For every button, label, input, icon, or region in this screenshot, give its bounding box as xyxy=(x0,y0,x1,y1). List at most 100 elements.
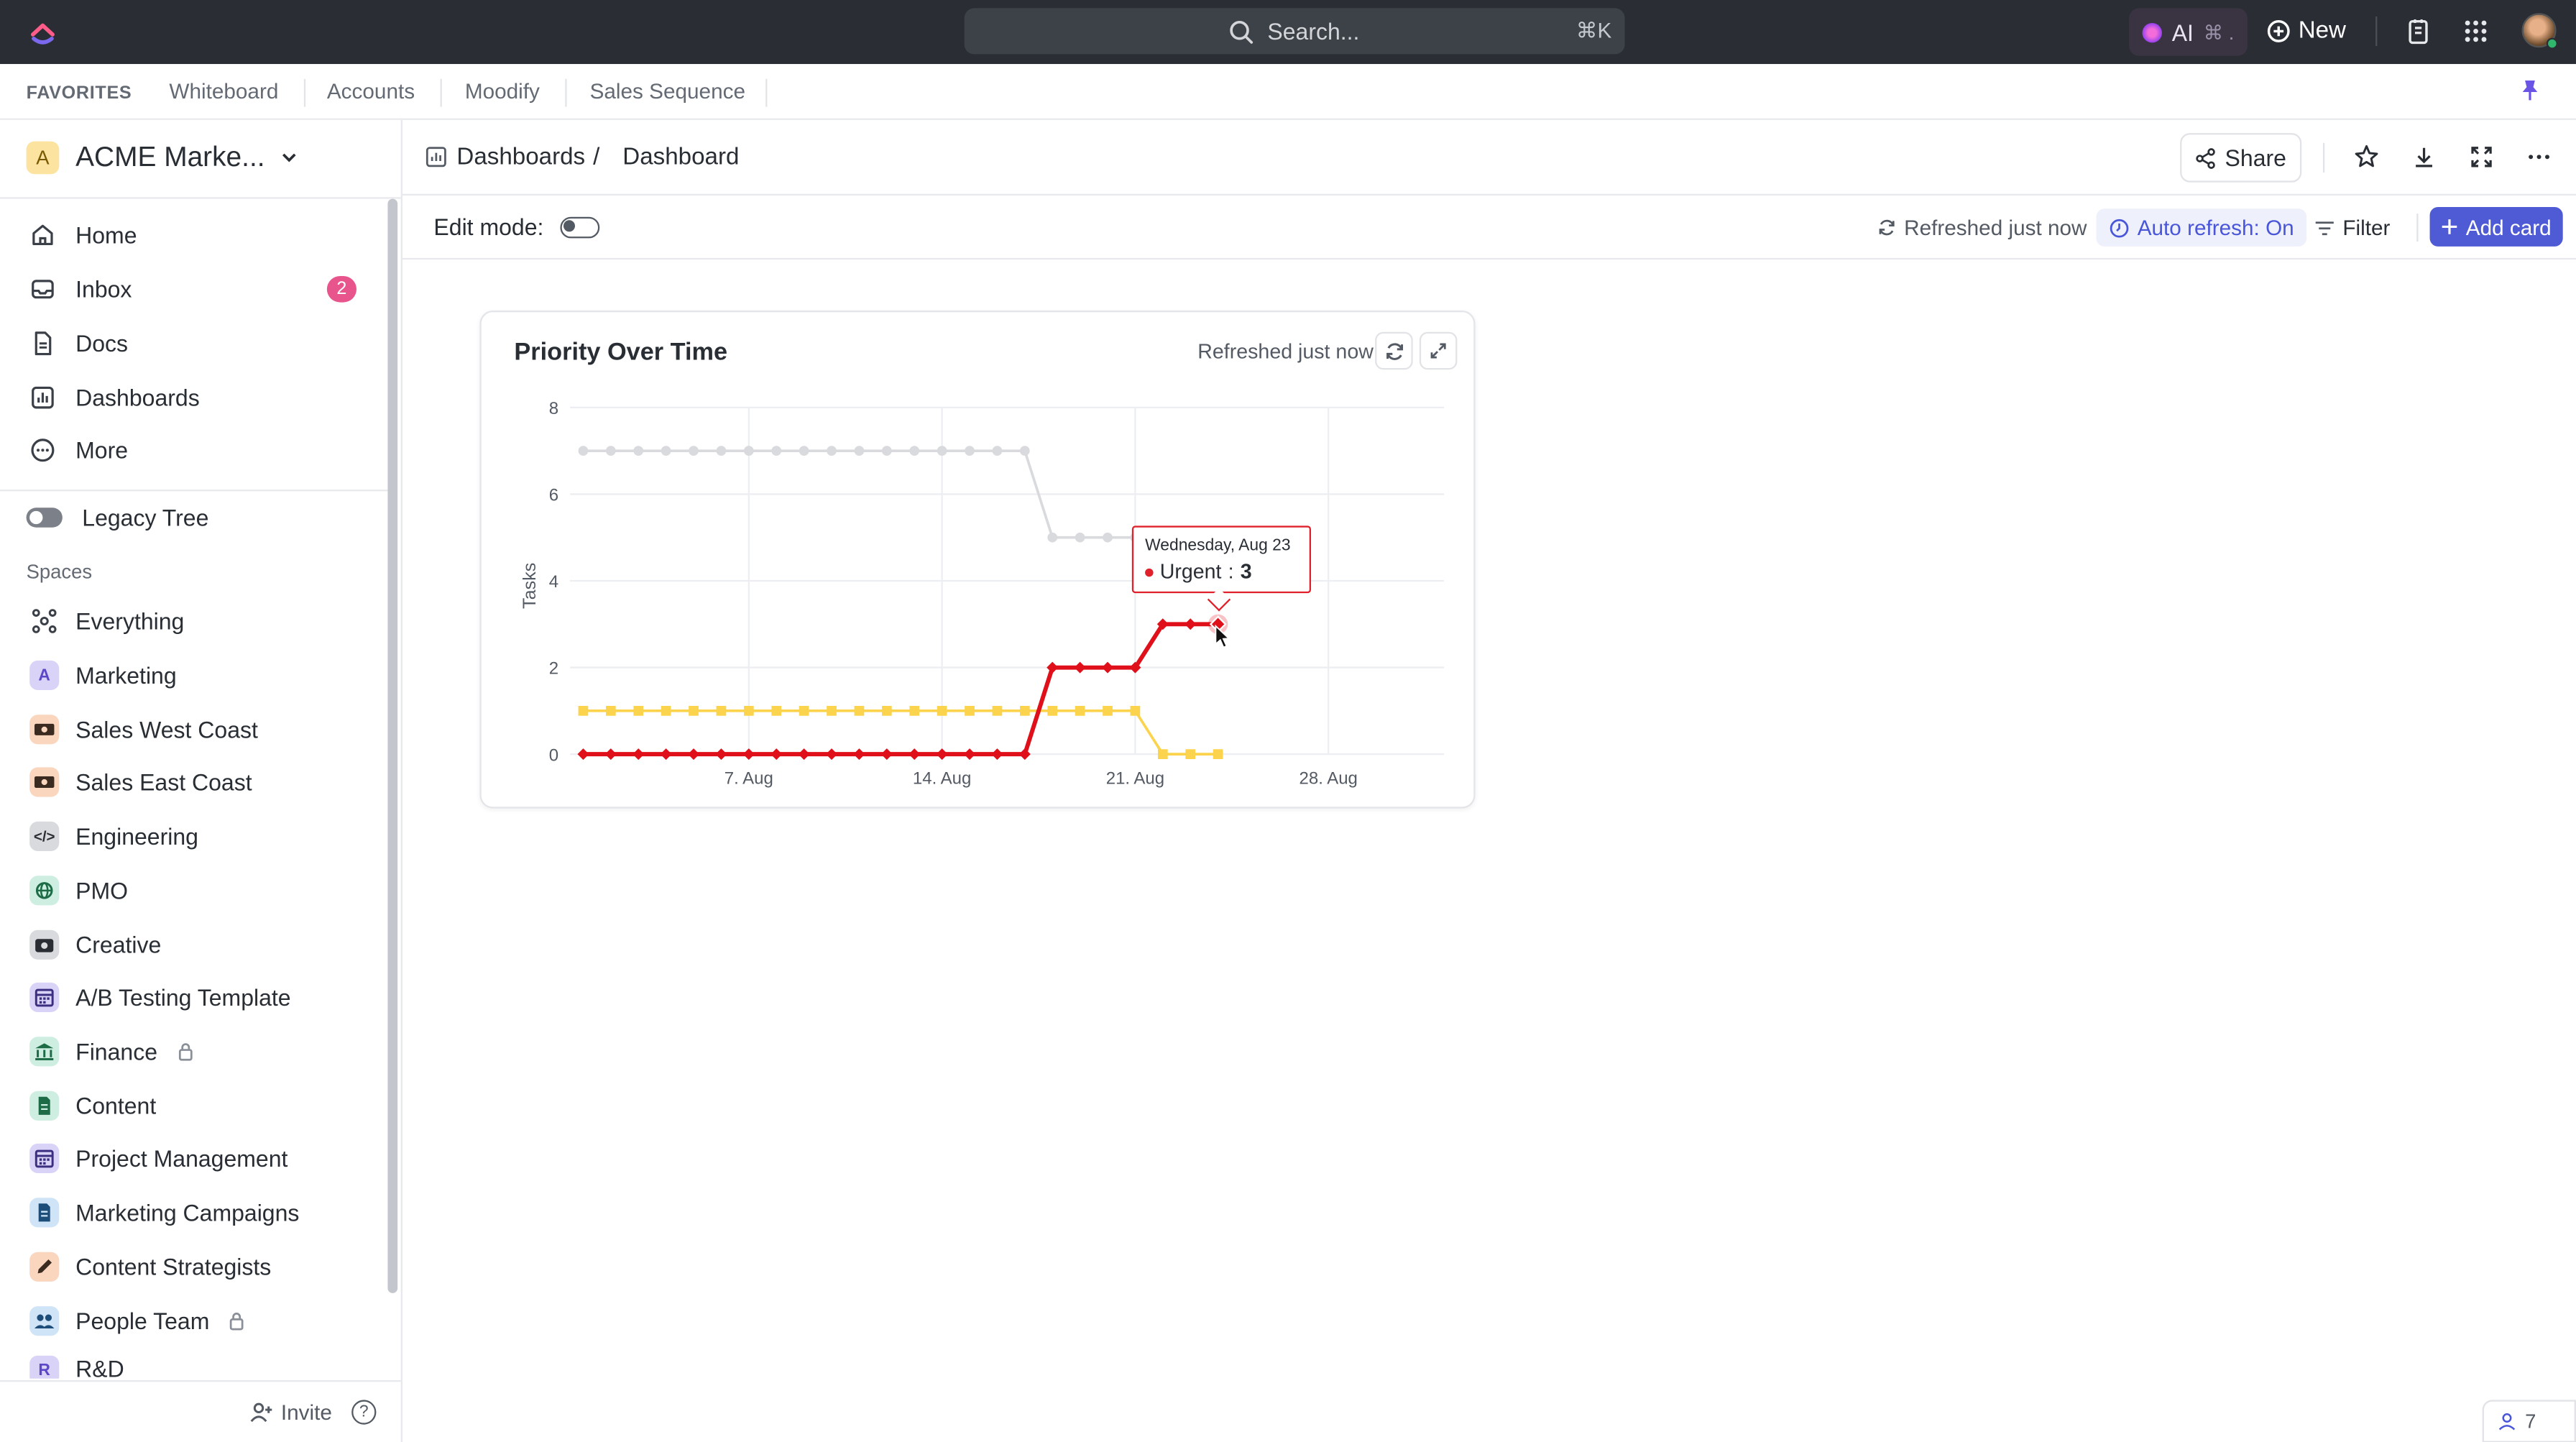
tooltip-date: Wednesday, Aug 23 xyxy=(1145,537,1291,556)
data-point xyxy=(1185,749,1196,759)
favorite-moodify[interactable]: Moodify xyxy=(465,79,540,104)
tooltip-value-row: Urgent: 3 xyxy=(1145,560,1252,583)
star-icon[interactable] xyxy=(2352,143,2380,171)
page-header: Dashboards / Dashboard Share xyxy=(402,120,2576,196)
new-button[interactable]: New xyxy=(2267,13,2346,49)
notepad-icon[interactable] xyxy=(2404,17,2433,46)
search-bar[interactable]: Search... ⌘K xyxy=(964,8,1625,55)
toggle-switch[interactable] xyxy=(26,508,63,528)
refresh-button[interactable]: Refreshed just now xyxy=(1878,215,2087,240)
sidebar-item-home[interactable]: Home xyxy=(29,217,137,253)
help-icon[interactable]: ? xyxy=(351,1400,377,1425)
favorite-sales-sequence[interactable]: Sales Sequence xyxy=(590,79,745,104)
data-point xyxy=(633,446,644,456)
sidebar-item-more[interactable]: More xyxy=(29,432,128,468)
data-point xyxy=(688,748,700,761)
data-point xyxy=(1074,661,1086,674)
lock-icon xyxy=(230,1313,244,1331)
series-line xyxy=(583,709,1218,756)
data-point xyxy=(1019,705,1030,716)
space-marketing-campaigns[interactable]: Marketing Campaigns xyxy=(29,1195,299,1231)
auto-refresh-button[interactable]: Auto refresh: On xyxy=(2096,208,2308,247)
space-everything[interactable]: Everything xyxy=(29,603,184,639)
breadcrumb-dashboards[interactable]: Dashboards xyxy=(456,144,585,171)
add-card-button[interactable]: Add card xyxy=(2429,206,2563,247)
space-r-and-d[interactable]: R R&D xyxy=(29,1355,124,1379)
bottom-status-widget[interactable]: 7 xyxy=(2482,1400,2576,1442)
apps-grid-icon[interactable] xyxy=(2461,17,2490,46)
data-point xyxy=(1103,705,1113,716)
people-icon xyxy=(29,1306,60,1336)
data-point xyxy=(578,705,589,716)
data-point xyxy=(1047,532,1058,543)
space-label: Creative xyxy=(75,931,162,958)
space-pmo[interactable]: PMO xyxy=(29,873,128,909)
share-button[interactable]: Share xyxy=(2180,133,2302,183)
data-point xyxy=(605,705,616,716)
data-point xyxy=(660,748,672,761)
ai-button[interactable]: AI ⌘ . xyxy=(2129,8,2248,56)
clickup-logo-icon[interactable] xyxy=(28,17,58,46)
space-project-management[interactable]: Project Management xyxy=(29,1140,288,1176)
tooltip-series-dot xyxy=(1145,567,1154,577)
sidebar-divider xyxy=(0,197,401,199)
space-label: Finance xyxy=(75,1038,157,1065)
sidebar-item-dashboards[interactable]: Dashboards xyxy=(29,380,200,415)
priority-line-chart[interactable]: 0 2 4 6 8 7. Aug 14. Aug 21. Aug 28. Aug Tasks xyxy=(482,312,1477,810)
inbox-count-badge: 2 xyxy=(326,275,356,303)
data-point xyxy=(716,446,727,456)
pin-icon[interactable] xyxy=(2520,79,2539,102)
space-sales-west-coast[interactable]: Sales West Coast xyxy=(29,712,258,748)
data-point xyxy=(854,446,865,456)
ai-label: AI xyxy=(2171,19,2194,45)
auto-refresh-label: Auto refresh: On xyxy=(2137,215,2294,240)
data-point xyxy=(854,705,865,716)
breadcrumb-current[interactable]: Dashboard xyxy=(622,144,739,171)
docs-icon xyxy=(34,331,52,356)
money-icon xyxy=(29,715,60,745)
space-finance[interactable]: Finance xyxy=(29,1034,193,1070)
space-content[interactable]: Content xyxy=(29,1088,156,1124)
edit-mode-toggle[interactable] xyxy=(560,216,600,238)
data-point xyxy=(1075,532,1085,543)
favorite-whiteboard[interactable]: Whiteboard xyxy=(169,79,278,104)
fullscreen-icon[interactable] xyxy=(2467,143,2496,171)
workspace-badge: A xyxy=(26,141,60,175)
space-label: PMO xyxy=(75,877,129,904)
sidebar-scrollbar[interactable] xyxy=(387,198,398,1293)
space-marketing[interactable]: A Marketing xyxy=(29,657,177,693)
priority-chart-card: Priority Over Time Refreshed just now 02… xyxy=(479,310,1477,810)
data-point xyxy=(799,446,809,456)
space-people-team[interactable]: People Team xyxy=(29,1303,245,1339)
invite-button[interactable]: Invite xyxy=(249,1400,332,1425)
data-point xyxy=(1130,705,1141,716)
add-card-label: Add card xyxy=(2465,214,2552,239)
space-engineering[interactable]: </> Engineering xyxy=(29,818,198,854)
data-point xyxy=(992,446,1003,456)
data-point xyxy=(715,748,727,761)
legacy-tree-toggle[interactable]: Legacy Tree xyxy=(26,505,209,531)
data-point xyxy=(1019,446,1030,456)
add-user-icon xyxy=(250,1402,272,1423)
data-point xyxy=(909,705,920,716)
data-point xyxy=(1184,618,1197,630)
pencil-icon xyxy=(29,1252,60,1282)
workspace-switcher[interactable]: A ACME Marke... xyxy=(26,141,298,175)
globe-icon xyxy=(29,876,60,906)
sidebar-item-docs[interactable]: Docs xyxy=(29,326,128,362)
data-point xyxy=(881,705,892,716)
data-point xyxy=(1046,661,1059,674)
more-options-icon[interactable] xyxy=(2525,143,2553,171)
data-point xyxy=(880,748,893,761)
favorite-accounts[interactable]: Accounts xyxy=(327,79,415,104)
space-creative[interactable]: Creative xyxy=(29,927,161,963)
download-icon[interactable] xyxy=(2410,143,2438,171)
filter-button[interactable]: Filter xyxy=(2315,215,2390,240)
space-content-strategists[interactable]: Content Strategists xyxy=(29,1249,271,1285)
sidebar-item-inbox[interactable]: Inbox xyxy=(29,271,132,307)
space-ab-testing-template[interactable]: A/B Testing Template xyxy=(29,979,291,1015)
edit-mode-label: Edit mode: xyxy=(433,213,544,240)
x-tick-label: 21. Aug xyxy=(1106,768,1164,788)
space-sales-east-coast[interactable]: Sales East Coast xyxy=(29,764,252,800)
sidebar-item-label: Home xyxy=(75,221,137,249)
